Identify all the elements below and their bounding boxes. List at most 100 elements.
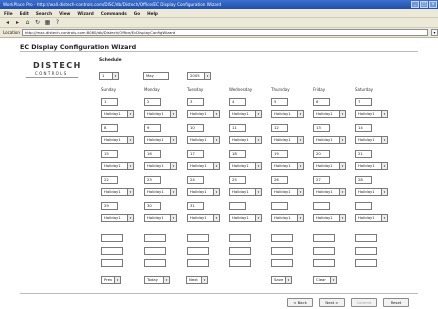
holiday-select[interactable]: Holiday1 ▾ bbox=[187, 214, 220, 222]
date-field[interactable]: 18 bbox=[229, 150, 246, 158]
menu-file[interactable]: File bbox=[4, 11, 13, 16]
holiday-select[interactable]: Holiday1 ▾ bbox=[271, 136, 304, 144]
next-select[interactable]: Next ▾ bbox=[186, 276, 208, 284]
menu-commands[interactable]: Commands bbox=[101, 11, 127, 16]
date-field[interactable]: 17 bbox=[187, 150, 204, 158]
date-field[interactable]: 26 bbox=[271, 176, 288, 184]
date-field[interactable]: 4 bbox=[229, 98, 246, 106]
location-input[interactable]: http://mac.distech-controls.com:8080/db/… bbox=[21, 29, 429, 36]
holiday-select[interactable]: Holiday1 ▾ bbox=[144, 188, 177, 196]
empty-field[interactable] bbox=[229, 259, 251, 267]
back-button[interactable]: < Back bbox=[287, 298, 313, 307]
holiday-select[interactable]: Holiday1 ▾ bbox=[187, 162, 220, 170]
empty-field[interactable] bbox=[187, 247, 209, 255]
date-field[interactable]: 10 bbox=[187, 124, 204, 132]
date-field[interactable]: 28 bbox=[355, 176, 372, 184]
refresh-icon[interactable]: ↻ bbox=[34, 18, 41, 27]
today-select[interactable]: Today ▾ bbox=[144, 276, 170, 284]
date-field[interactable]: 9 bbox=[144, 124, 161, 132]
holiday-select[interactable]: Holiday1 ▾ bbox=[144, 136, 177, 144]
menu-search[interactable]: Search bbox=[36, 11, 52, 16]
empty-field[interactable] bbox=[355, 234, 377, 242]
empty-field[interactable] bbox=[271, 247, 293, 255]
date-field[interactable]: 16 bbox=[144, 150, 161, 158]
date-field[interactable]: 24 bbox=[187, 176, 204, 184]
holiday-select[interactable]: Holiday1 ▾ bbox=[313, 162, 346, 170]
holiday-select[interactable]: Holiday1 ▾ bbox=[229, 188, 262, 196]
empty-field[interactable] bbox=[313, 247, 335, 255]
holiday-select[interactable]: Holiday1 ▾ bbox=[144, 214, 177, 222]
prev-select[interactable]: Prev ▾ bbox=[101, 276, 121, 284]
holiday-select[interactable]: Holiday1 ▾ bbox=[144, 110, 177, 118]
empty-field[interactable] bbox=[101, 247, 123, 255]
next-button[interactable]: Next > bbox=[319, 298, 345, 307]
date-field[interactable]: 29 bbox=[101, 202, 118, 210]
menu-edit[interactable]: Edit bbox=[20, 11, 29, 16]
empty-field[interactable] bbox=[271, 259, 293, 267]
back-icon[interactable]: ◂ bbox=[4, 18, 11, 27]
holiday-select[interactable]: Holiday1 ▾ bbox=[313, 110, 346, 118]
menu-go[interactable]: Go bbox=[134, 11, 140, 16]
year-select[interactable]: 2005 ▾ bbox=[187, 72, 211, 80]
empty-field[interactable] bbox=[355, 247, 377, 255]
holiday-select[interactable]: Holiday1 ▾ bbox=[187, 188, 220, 196]
date-field[interactable] bbox=[313, 202, 330, 210]
clear-select[interactable]: Clear ▾ bbox=[313, 276, 337, 284]
date-field[interactable]: 20 bbox=[313, 150, 330, 158]
date-field[interactable] bbox=[229, 202, 246, 210]
minimize-icon[interactable]: _ bbox=[411, 1, 419, 8]
empty-field[interactable] bbox=[187, 234, 209, 242]
date-field[interactable]: 3 bbox=[187, 98, 204, 106]
menu-help[interactable]: Help bbox=[147, 11, 158, 16]
holiday-select[interactable]: Holiday1 ▾ bbox=[144, 162, 177, 170]
empty-field[interactable] bbox=[101, 234, 123, 242]
holiday-select[interactable]: Holiday1 ▾ bbox=[355, 188, 388, 196]
date-field[interactable]: 13 bbox=[313, 124, 330, 132]
holiday-select[interactable]: Holiday1 ▾ bbox=[313, 214, 346, 222]
holiday-select[interactable]: Holiday1 ▾ bbox=[101, 188, 134, 196]
holiday-select[interactable]: Holiday1 ▾ bbox=[229, 162, 262, 170]
date-field[interactable]: 27 bbox=[313, 176, 330, 184]
holiday-select[interactable]: Holiday1 ▾ bbox=[101, 110, 134, 118]
holiday-select[interactable]: Holiday1 ▾ bbox=[271, 110, 304, 118]
empty-field[interactable] bbox=[355, 259, 377, 267]
date-field[interactable]: 31 bbox=[187, 202, 204, 210]
holiday-select[interactable]: Holiday1 ▾ bbox=[229, 110, 262, 118]
date-field[interactable] bbox=[271, 202, 288, 210]
holiday-select[interactable]: Holiday1 ▾ bbox=[355, 214, 388, 222]
menu-view[interactable]: View bbox=[59, 11, 70, 16]
empty-field[interactable] bbox=[144, 247, 166, 255]
holiday-select[interactable]: Holiday1 ▾ bbox=[271, 214, 304, 222]
empty-field[interactable] bbox=[101, 259, 123, 267]
empty-field[interactable] bbox=[313, 234, 335, 242]
empty-field[interactable] bbox=[229, 234, 251, 242]
holiday-select[interactable]: Holiday1 ▾ bbox=[271, 162, 304, 170]
holiday-select[interactable]: Holiday1 ▾ bbox=[187, 136, 220, 144]
commit-button[interactable]: Commit bbox=[351, 298, 377, 307]
home-icon[interactable]: ⌂ bbox=[24, 18, 31, 27]
date-field[interactable]: 1 bbox=[101, 98, 118, 106]
holiday-select[interactable]: Holiday1 ▾ bbox=[355, 162, 388, 170]
date-field[interactable]: 5 bbox=[271, 98, 288, 106]
empty-field[interactable] bbox=[271, 234, 293, 242]
empty-field[interactable] bbox=[144, 234, 166, 242]
holiday-select[interactable]: Holiday1 ▾ bbox=[101, 136, 134, 144]
holiday-select[interactable]: Holiday1 ▾ bbox=[101, 214, 134, 222]
month-select[interactable]: May bbox=[143, 72, 169, 80]
reset-button[interactable]: Reset bbox=[383, 298, 409, 307]
help-icon[interactable]: ? bbox=[54, 18, 61, 27]
holiday-select[interactable]: Holiday1 ▾ bbox=[187, 110, 220, 118]
holiday-select[interactable]: Holiday1 ▾ bbox=[313, 188, 346, 196]
holiday-select[interactable]: Holiday1 ▾ bbox=[101, 162, 134, 170]
date-field[interactable]: 8 bbox=[101, 124, 118, 132]
date-field[interactable]: 2 bbox=[144, 98, 161, 106]
date-field[interactable]: 19 bbox=[271, 150, 288, 158]
holiday-select[interactable]: Holiday1 ▾ bbox=[313, 136, 346, 144]
empty-field[interactable] bbox=[313, 259, 335, 267]
empty-field[interactable] bbox=[187, 259, 209, 267]
holiday-select[interactable]: Holiday1 ▾ bbox=[355, 110, 388, 118]
date-field[interactable]: 25 bbox=[229, 176, 246, 184]
holiday-select[interactable]: Holiday1 ▾ bbox=[229, 136, 262, 144]
date-field[interactable]: 11 bbox=[229, 124, 246, 132]
date-field[interactable]: 14 bbox=[355, 124, 372, 132]
